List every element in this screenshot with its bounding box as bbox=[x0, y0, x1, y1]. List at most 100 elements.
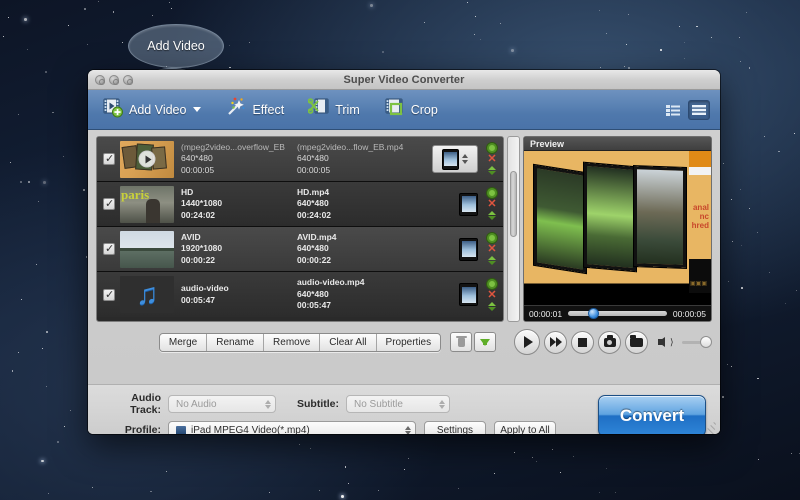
chevron-down-icon[interactable] bbox=[193, 107, 202, 112]
remove-button[interactable]: Remove bbox=[264, 333, 321, 351]
reorder-arrows-icon[interactable] bbox=[488, 211, 496, 220]
row-device-cell[interactable] bbox=[415, 192, 482, 216]
settings-gear-icon[interactable] bbox=[487, 143, 497, 153]
preview-pane-1 bbox=[534, 164, 586, 274]
add-video-tooltip: Add Video bbox=[128, 24, 224, 91]
file-list[interactable]: (mpeg2video...overflow_EB 640*480 00:00:… bbox=[96, 136, 504, 322]
reorder-arrows-icon[interactable] bbox=[488, 301, 496, 311]
volume-handle[interactable] bbox=[700, 335, 712, 348]
stop-button[interactable] bbox=[571, 330, 594, 354]
table-row[interactable]: AVID 1920*1080 00:00:22 AVID.mp4 640*480… bbox=[97, 227, 503, 272]
row-checkbox[interactable] bbox=[103, 152, 115, 165]
row-checkbox[interactable] bbox=[103, 197, 115, 210]
row-output-duration: 00:05:47 bbox=[297, 300, 332, 311]
subtitle-label: Subtitle: bbox=[297, 398, 339, 410]
reorder-arrows-icon[interactable] bbox=[488, 166, 496, 175]
row-output-info: AVID.mp4 640*480 00:00:22 bbox=[297, 232, 415, 267]
clear-all-button[interactable]: Clear All bbox=[320, 333, 377, 351]
preview-title: Preview bbox=[530, 138, 565, 149]
ipad-device-icon[interactable] bbox=[459, 192, 478, 216]
row-checkbox[interactable] bbox=[103, 288, 115, 301]
apply-to-all-button[interactable]: Apply to All bbox=[494, 421, 556, 434]
music-note-thumb: ♫ bbox=[120, 276, 174, 313]
settings-gear-icon[interactable] bbox=[487, 278, 497, 289]
row-actions[interactable]: ✕ bbox=[485, 143, 499, 175]
list-view-icon[interactable] bbox=[662, 100, 684, 120]
row-output-duration: 00:24:02 bbox=[297, 209, 332, 220]
toolbar-add-video-button[interactable]: Add Video bbox=[98, 94, 209, 125]
preview-current-time: 00:00:01 bbox=[529, 308, 563, 319]
reorder-arrows-icon[interactable] bbox=[488, 256, 496, 265]
minimize-button[interactable] bbox=[109, 75, 119, 85]
list-scrollbar[interactable] bbox=[507, 136, 520, 322]
trash-icon[interactable] bbox=[450, 332, 472, 352]
rename-button[interactable]: Rename bbox=[207, 333, 265, 351]
toolbar-trim-label: Trim bbox=[335, 102, 360, 117]
preview-video[interactable]: anal nc hred ▣▣▣ bbox=[524, 151, 711, 305]
snapshot-button[interactable] bbox=[598, 330, 621, 354]
row-device-cell[interactable] bbox=[415, 283, 482, 306]
detail-view-icon[interactable] bbox=[688, 99, 710, 120]
play-button[interactable] bbox=[514, 329, 540, 355]
remove-x-icon[interactable]: ✕ bbox=[487, 199, 496, 210]
window-body: (mpeg2video...overflow_EB 640*480 00:00:… bbox=[88, 130, 720, 434]
settings-panel: Audio Track: No Audio Subtitle: No Subti… bbox=[88, 384, 720, 434]
convert-button[interactable]: Convert bbox=[598, 395, 706, 434]
fast-forward-button[interactable] bbox=[544, 330, 567, 354]
close-button[interactable] bbox=[95, 75, 105, 85]
row-source-name: HD bbox=[181, 186, 194, 197]
subtitle-select[interactable]: No Subtitle bbox=[346, 395, 450, 413]
settings-button[interactable]: Settings bbox=[424, 421, 486, 434]
volume-icon[interactable] bbox=[658, 337, 665, 347]
ipad-device-icon[interactable] bbox=[459, 237, 478, 261]
playback-controls: ⟩ bbox=[504, 329, 712, 355]
row-device-cell[interactable] bbox=[415, 145, 482, 173]
toolbar-crop-button[interactable]: Crop bbox=[380, 94, 446, 125]
preview-seek-slider[interactable] bbox=[568, 308, 667, 319]
profile-select[interactable]: iPad MPEG4 Video(*.mp4) bbox=[168, 421, 416, 434]
table-row[interactable]: (mpeg2video...overflow_EB 640*480 00:00:… bbox=[97, 137, 503, 182]
toolbar-trim-button[interactable]: Trim bbox=[304, 94, 368, 125]
open-folder-button[interactable] bbox=[625, 330, 648, 354]
audio-track-select[interactable]: No Audio bbox=[168, 395, 276, 413]
avid-landscape-thumb bbox=[120, 230, 174, 268]
volume-waves-icon: ⟩ bbox=[670, 336, 674, 347]
ipad-device-icon[interactable] bbox=[432, 145, 478, 173]
row-output-duration: 00:00:05 bbox=[297, 164, 331, 175]
properties-button[interactable]: Properties bbox=[376, 333, 441, 351]
row-source-duration: 00:24:02 bbox=[181, 209, 216, 220]
table-row[interactable]: paris HD 1440*1080 00:24:02 HD.mp4 640*4… bbox=[97, 182, 503, 227]
app-window: Super Video Converter Add Video Effect T… bbox=[88, 70, 720, 434]
preview-seekbar-row[interactable]: 00:00:01 00:00:05 bbox=[524, 305, 711, 321]
stepper-arrows-icon bbox=[265, 399, 271, 409]
settings-gear-icon[interactable] bbox=[487, 188, 497, 198]
zoom-button[interactable] bbox=[123, 75, 133, 85]
volume-slider[interactable] bbox=[681, 335, 712, 348]
settings-gear-icon[interactable] bbox=[487, 233, 497, 243]
row-device-cell[interactable] bbox=[415, 237, 482, 261]
remove-x-icon[interactable]: ✕ bbox=[487, 154, 496, 165]
table-row[interactable]: ♫ audio-video 00:05:47 audio-video.mp4 6… bbox=[97, 272, 503, 317]
stepper-arrows-icon bbox=[405, 425, 411, 434]
device-stepper[interactable] bbox=[462, 154, 468, 164]
remove-x-icon[interactable]: ✕ bbox=[487, 289, 496, 300]
window-title: Super Video Converter bbox=[343, 73, 465, 86]
scrollbar-thumb[interactable] bbox=[510, 171, 517, 237]
tooltip-bubble: Add Video bbox=[128, 24, 224, 68]
row-actions[interactable]: ✕ bbox=[485, 188, 499, 220]
preview-header: Preview bbox=[524, 137, 711, 151]
row-actions[interactable]: ✕ bbox=[485, 278, 499, 311]
resize-grip[interactable] bbox=[706, 420, 718, 434]
remove-x-icon[interactable]: ✕ bbox=[487, 244, 496, 255]
download-arrow-icon[interactable] bbox=[474, 332, 496, 352]
merge-button[interactable]: Merge bbox=[159, 333, 208, 351]
toolbar-effect-button[interactable]: Effect bbox=[221, 94, 292, 125]
toolbar-effect-label: Effect bbox=[252, 102, 285, 117]
list-action-group[interactable]: Merge Rename Remove Clear All Properties bbox=[158, 332, 442, 352]
row-actions[interactable]: ✕ bbox=[485, 233, 499, 265]
seek-handle[interactable] bbox=[587, 308, 599, 319]
row-checkbox[interactable] bbox=[103, 242, 115, 255]
ipad-device-icon[interactable] bbox=[459, 283, 478, 306]
window-titlebar: Super Video Converter bbox=[88, 70, 720, 90]
window-controls[interactable] bbox=[95, 75, 133, 85]
